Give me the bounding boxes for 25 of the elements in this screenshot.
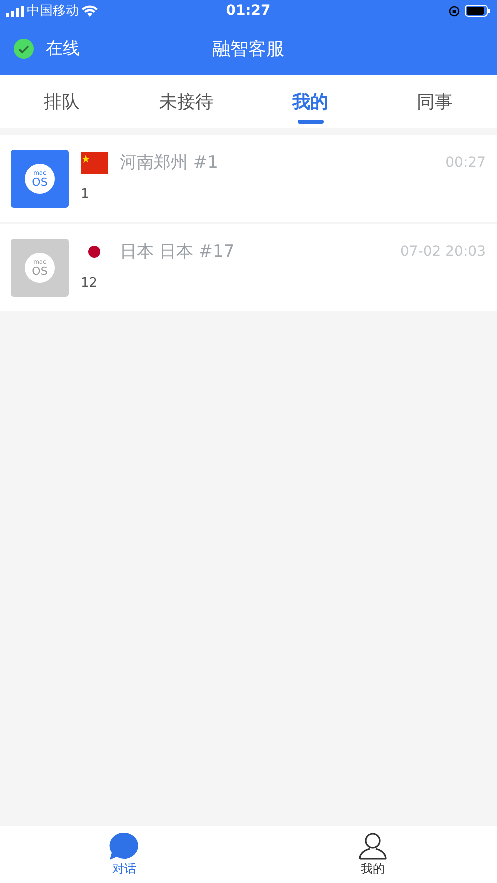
tab[interactable]: 同事 [372,75,497,128]
avatar-label: OS [32,266,48,276]
carrier-name: 中国移动 [27,3,79,20]
tab[interactable]: 我的 [248,75,373,128]
battery-icon [465,5,491,17]
message-count: 12 [81,276,99,291]
rotation-lock-icon [449,6,460,16]
china-flag-icon [81,152,108,174]
signal-icon [6,6,24,16]
message-count: 1 [81,187,90,202]
person-icon [358,832,388,860]
wifi-icon [82,5,98,17]
message-time: 07-02 20:03 [400,244,486,260]
visitor-name: 日本 日本 #17 [120,241,236,263]
online-status[interactable]: 在线 [46,37,80,60]
chat-bubble-icon [109,832,140,860]
nav-tab[interactable]: 对话 [0,826,248,883]
nav-tab[interactable]: 我的 [248,826,497,883]
message-time: 00:27 [446,154,486,170]
app-title: 融智客服 [212,38,284,60]
avatar-label: OS [32,176,48,188]
tab[interactable]: 排队 [0,75,124,128]
visitor-name: 河南郑州 #1 [120,152,220,174]
tab[interactable]: 未接待 [124,75,248,128]
clock-time: 01:27 [226,3,271,19]
